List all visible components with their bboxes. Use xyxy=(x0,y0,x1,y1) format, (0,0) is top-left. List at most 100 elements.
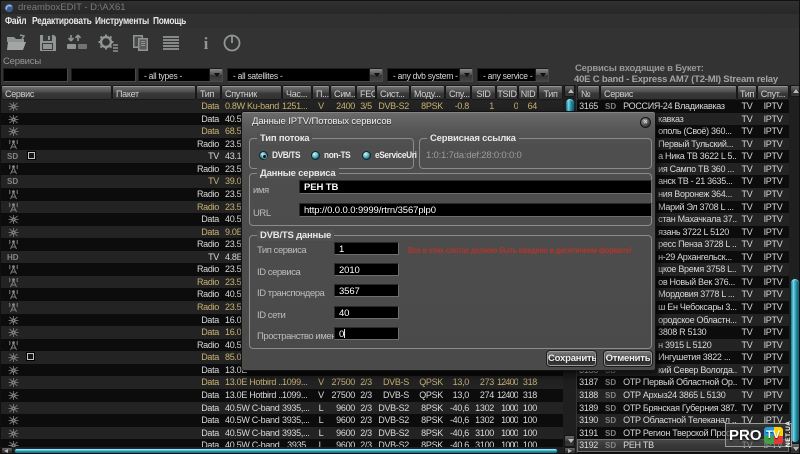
column-header-14[interactable]: Тип xyxy=(538,85,563,100)
bouquet-column-header-3[interactable]: Спут... xyxy=(757,85,789,100)
open-folder-icon[interactable] xyxy=(5,31,29,55)
save-icon[interactable] xyxy=(36,31,60,55)
bouquet-row-sat: IPTV xyxy=(757,138,789,151)
radio-service-icon xyxy=(7,189,20,200)
transponder-id-field[interactable]: 3567 xyxy=(334,284,399,297)
filter-input-1[interactable] xyxy=(3,68,68,82)
filter-type-dropdown[interactable]: - all types - xyxy=(138,68,223,82)
cell: 1302 xyxy=(471,402,496,415)
bouquet-row-sat: IPTV xyxy=(757,163,789,176)
bouquet-column-header-2[interactable]: Тип xyxy=(737,85,757,100)
bouquet-service-name: н-29 Архангельск... xyxy=(658,252,732,262)
service-row[interactable]: Data13.0E Hotbird ...1099...V275002/3DVB… xyxy=(1,376,563,389)
sd-badge-icon: SD xyxy=(605,390,616,402)
bouquet-row[interactable]: 3187SDОТР Первый Областной Ор...TVIPTV xyxy=(577,376,789,389)
column-header-9[interactable]: Моду... xyxy=(410,85,445,100)
radio-eserviceuri[interactable] xyxy=(362,151,371,160)
cell xyxy=(1,402,112,415)
power-icon[interactable] xyxy=(220,31,244,55)
column-header-6[interactable]: Сим... xyxy=(330,85,356,100)
cell xyxy=(538,414,563,427)
dropdown-arrow-icon[interactable] xyxy=(369,69,382,81)
bouquet-row-type: TV xyxy=(737,125,757,138)
dialog-title: Данные IPTV/Потовых сервисов xyxy=(252,116,391,127)
services-hscroll-thumb[interactable] xyxy=(14,448,558,454)
column-header-2[interactable]: Тип xyxy=(196,85,221,100)
scroll-down-button[interactable] xyxy=(564,435,575,447)
scroll-up-button[interactable] xyxy=(790,85,800,97)
column-header-5[interactable]: П... xyxy=(312,85,330,100)
column-header-10[interactable]: Спу... xyxy=(445,85,471,100)
cell: 13,0 xyxy=(445,389,471,402)
service-row[interactable]: Data13.0E Hotbird ...1099...V275002/3DVB… xyxy=(1,389,563,402)
transfer-icon[interactable] xyxy=(65,31,89,55)
service-row[interactable]: Data40.5W C-band ...3935,...L96002/3DVB-… xyxy=(1,402,563,415)
scroll-left-button[interactable] xyxy=(1,447,13,454)
column-header-7[interactable]: FEC xyxy=(356,85,376,100)
radio-nonts[interactable] xyxy=(311,151,320,160)
settings-gear-icon[interactable] xyxy=(96,31,120,55)
filter-input-2[interactable] xyxy=(71,68,136,82)
column-header-8[interactable]: Сист... xyxy=(376,85,410,100)
cell: DVB-S xyxy=(376,376,410,389)
bouquet-row[interactable]: 3188SDОТР Архыз24 3865 L 5130TVIPTV xyxy=(577,389,789,402)
column-header-13[interactable]: NID xyxy=(518,85,538,100)
bouquet-service-name: ния Воронеж 364... xyxy=(658,189,732,199)
dropdown-arrow-icon[interactable] xyxy=(459,69,472,81)
cancel-button[interactable]: Отменить xyxy=(604,351,652,366)
bouquet-row[interactable]: 3189SDОТР Брянская Губерния 387...TVIPTV xyxy=(577,402,789,415)
url-field[interactable]: http://0.0.0.0:9999/rtrn/3567plp0 xyxy=(299,203,652,217)
data-service-icon xyxy=(7,403,20,414)
bouquet-column-header-1[interactable]: Сервис xyxy=(600,85,737,100)
namespace-field[interactable]: 0 xyxy=(334,327,399,340)
copy-icon[interactable] xyxy=(129,31,153,55)
bouquet-row-type: TV xyxy=(737,376,757,389)
bouquet-column-header-0[interactable]: № xyxy=(577,85,600,100)
cell xyxy=(1,238,112,251)
column-header-1[interactable]: Пакет xyxy=(112,85,196,100)
cell: 8PSK xyxy=(410,402,445,415)
data-service-icon xyxy=(7,377,20,388)
list-lines-icon[interactable] xyxy=(159,31,183,55)
info-icon[interactable]: i xyxy=(194,31,218,55)
scroll-up-button[interactable] xyxy=(564,85,575,97)
dialog-close-button[interactable]: × xyxy=(640,117,651,128)
column-header-11[interactable]: SID xyxy=(471,85,496,100)
cell: L xyxy=(312,427,330,440)
dropdown-arrow-icon[interactable] xyxy=(535,69,548,81)
filter-satellite-dropdown[interactable]: - all satellites - xyxy=(227,68,383,82)
bouquet-vscrollbar[interactable] xyxy=(789,85,800,454)
menu-help[interactable]: Помощь xyxy=(153,16,186,27)
cell xyxy=(1,201,112,214)
save-button[interactable]: Сохранить xyxy=(547,351,596,366)
column-header-12[interactable]: TSID xyxy=(496,85,518,100)
column-header-0[interactable]: Сервис xyxy=(1,85,112,100)
column-header-3[interactable]: Спутник xyxy=(221,85,282,100)
service-id-field[interactable]: 2010 xyxy=(334,263,399,276)
cell: 40.5W C-band ... xyxy=(221,402,282,415)
filter-service-dropdown[interactable]: - any service - xyxy=(477,68,549,82)
dvbts-data-group: DVB/TS данные Тип сервиса 1 Все в этих с… xyxy=(249,235,652,349)
radio-service-icon xyxy=(7,239,20,250)
filter-dvbsystem-dropdown[interactable]: - any dvb system - xyxy=(387,68,473,82)
scroll-right-button[interactable] xyxy=(564,447,576,454)
cell: 9600 xyxy=(330,414,356,427)
transponder-id-label: ID транспондера xyxy=(257,288,324,299)
services-hscrollbar[interactable] xyxy=(1,447,576,454)
stream-type-group-label: Тип потока xyxy=(257,133,312,144)
menu-edit[interactable]: Редактировать xyxy=(32,16,92,27)
service-row[interactable]: Data40.5W C-band ...3935,...L96002/3DVB-… xyxy=(1,414,563,427)
dropdown-arrow-icon[interactable] xyxy=(209,69,222,81)
bouquet-vscroll-thumb[interactable] xyxy=(790,278,800,443)
services-panel-label: Сервисы xyxy=(3,56,41,67)
column-header-4[interactable]: Час... xyxy=(282,85,312,100)
menu-tools[interactable]: Инструменты xyxy=(95,16,149,27)
cell: Data xyxy=(196,351,221,364)
service-type-field[interactable]: 1 xyxy=(334,242,399,255)
service-row[interactable]: Data40.5W C-band3935L96002/3DVB-S28PSK-4… xyxy=(1,439,563,447)
service-row[interactable]: Data40.5W C-band ...3935,...L96002/3DVB-… xyxy=(1,427,563,440)
radio-dvbts[interactable] xyxy=(259,151,268,160)
network-id-field[interactable]: 40 xyxy=(334,306,399,319)
menu-file[interactable]: Файл xyxy=(5,16,26,27)
name-field[interactable]: РЕН ТВ xyxy=(299,180,652,194)
